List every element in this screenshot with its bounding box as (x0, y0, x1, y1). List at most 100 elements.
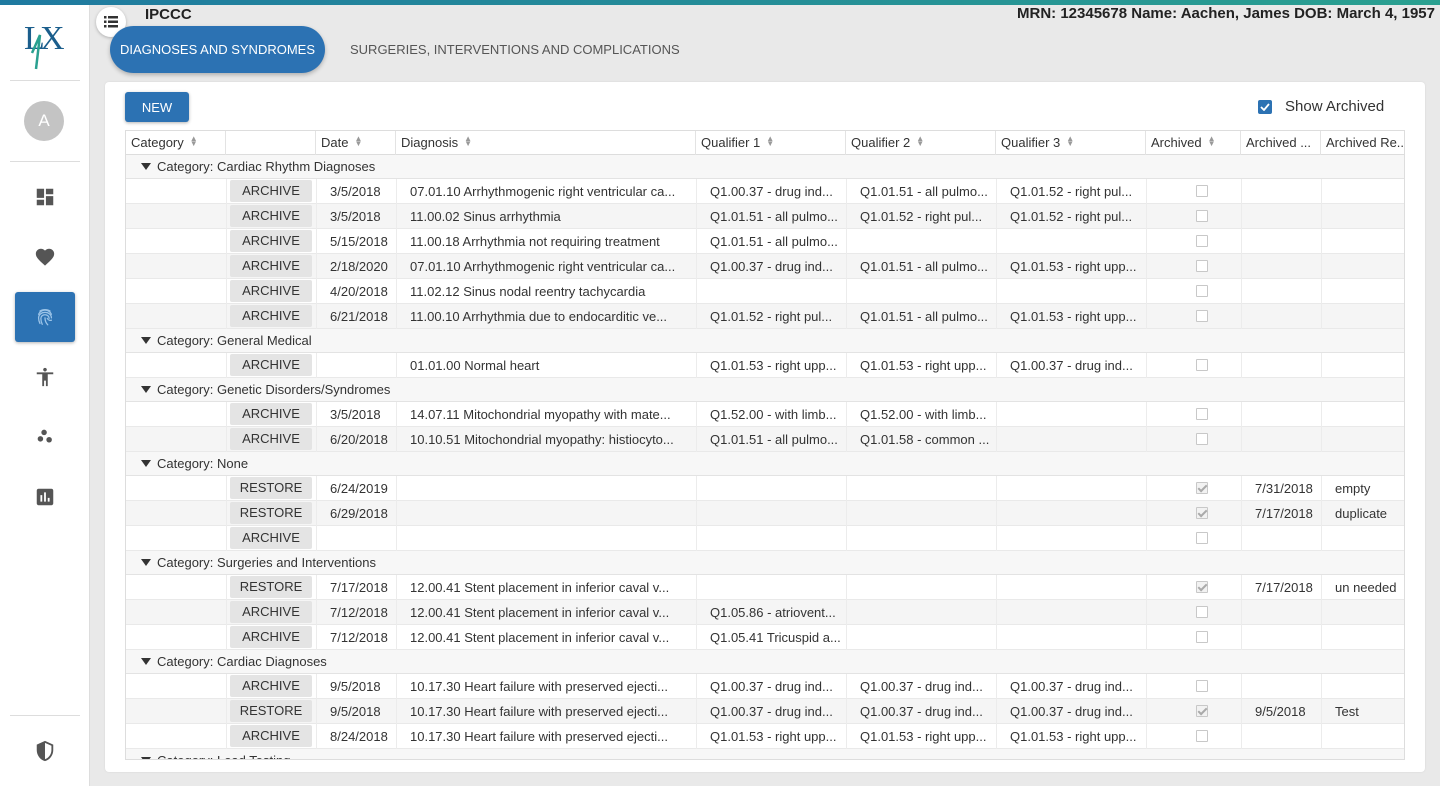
caret-down-icon[interactable] (141, 559, 151, 566)
archived-date-cell (1255, 600, 1321, 625)
table-row: ARCHIVE 6/21/2018 11.00.10 Arrhythmia due … (126, 304, 1404, 329)
qualifier-3-cell (1010, 501, 1146, 526)
archive-button[interactable]: ARCHIVE (230, 428, 312, 450)
group-row[interactable]: Category: Surgeries and Interventions (126, 551, 1404, 575)
archive-button[interactable]: ARCHIVE (230, 180, 312, 202)
restore-button[interactable]: RESTORE (230, 502, 312, 524)
archive-button[interactable]: ARCHIVE (230, 403, 312, 425)
qualifier-3-cell: Q1.01.53 - right upp... (1010, 259, 1137, 274)
group-row[interactable]: Category: Load Testing (126, 749, 1404, 759)
restore-button[interactable]: RESTORE (230, 477, 312, 499)
group-row[interactable]: Category: Cardiac Rhythm Diagnoses (126, 155, 1404, 179)
diagnoses-panel: NEW Show Archived Category ▲ ▼ Date ▲ ▼ Diag… (105, 82, 1425, 772)
column-divider (396, 229, 397, 254)
table-row: ARCHIVE (126, 526, 1404, 551)
column-header-date[interactable]: Date ▲ ▼ (316, 131, 396, 155)
tab-diagnoses[interactable]: DIAGNOSES AND SYNDROMES (110, 26, 325, 73)
column-divider (996, 699, 997, 724)
show-archived-toggle[interactable]: Show Archived (1258, 98, 1384, 115)
nav-bar-chart[interactable] (15, 472, 75, 522)
column-header-archived-reason[interactable]: Archived Re... (1321, 131, 1404, 155)
column-divider (846, 254, 847, 279)
archived-checkbox (1196, 433, 1208, 445)
column-divider (696, 229, 697, 254)
group-row[interactable]: Category: General Medical (126, 329, 1404, 353)
column-divider (696, 674, 697, 699)
group-row[interactable]: Category: Cardiac Diagnoses (126, 650, 1404, 674)
avatar[interactable]: A (24, 101, 64, 141)
column-header-qualifier-1[interactable]: Qualifier 1 ▲ ▼ (696, 131, 846, 155)
archived-date-cell: 9/5/2018 (1255, 704, 1306, 719)
sort-icon: ▲ ▼ (766, 134, 775, 148)
restore-button[interactable]: RESTORE (230, 576, 312, 598)
show-archived-label: Show Archived (1285, 98, 1385, 115)
qualifier-2-cell (860, 526, 996, 551)
caret-down-icon[interactable] (141, 757, 151, 759)
archive-button[interactable]: ARCHIVE (230, 626, 312, 648)
archive-button[interactable]: ARCHIVE (230, 205, 312, 227)
table-row: RESTORE 9/5/2018 10.17.30 Heart failure wi… (126, 699, 1404, 724)
qualifier-3-cell: Q1.00.37 - drug ind... (1010, 704, 1133, 719)
nav-dashboard[interactable] (15, 172, 75, 222)
archive-button[interactable]: ARCHIVE (230, 527, 312, 549)
caret-down-icon[interactable] (141, 337, 151, 344)
column-header-diagnosis[interactable]: Diagnosis ▲ ▼ (396, 131, 696, 155)
archived-reason-cell: Test (1335, 704, 1359, 719)
archived-checkbox (1196, 705, 1208, 717)
archive-button[interactable]: ARCHIVE (230, 601, 312, 623)
caret-down-icon[interactable] (141, 386, 151, 393)
archive-button[interactable]: ARCHIVE (230, 255, 312, 277)
column-divider (396, 353, 397, 378)
table-row: ARCHIVE 2/18/2020 07.01.10 Arrhythmogenic … (126, 254, 1404, 279)
archived-checkbox (1196, 310, 1208, 322)
caret-down-icon[interactable] (141, 460, 151, 467)
caret-down-icon[interactable] (141, 658, 151, 665)
column-divider (846, 600, 847, 625)
archived-checkbox (1196, 482, 1208, 494)
archive-button[interactable]: ARCHIVE (230, 305, 312, 327)
nav-security[interactable] (15, 726, 75, 776)
column-divider (316, 229, 317, 254)
archived-date-cell: 7/31/2018 (1255, 481, 1313, 496)
nav-accessibility[interactable] (15, 352, 75, 402)
column-header-qualifier-3[interactable]: Qualifier 3 ▲ ▼ (996, 131, 1146, 155)
column-header-archived-date[interactable]: Archived ... (1241, 131, 1321, 155)
archived-reason-cell (1335, 402, 1404, 427)
column-divider (1241, 575, 1242, 600)
column-divider (226, 575, 227, 600)
column-divider (996, 625, 997, 650)
show-archived-checkbox[interactable] (1258, 99, 1272, 114)
column-divider (1321, 575, 1322, 600)
qualifier-1-cell (710, 476, 846, 501)
diagnosis-cell: 11.00.18 Arrhythmia not requiring treatm… (410, 234, 660, 249)
qualifier-2-cell: Q1.00.37 - drug ind... (860, 704, 983, 719)
group-row[interactable]: Category: None (126, 452, 1404, 476)
archive-button[interactable]: ARCHIVE (230, 230, 312, 252)
column-divider (1146, 254, 1147, 279)
group-label: Category: Cardiac Diagnoses (157, 654, 327, 669)
column-header-category[interactable]: Category ▲ ▼ (126, 131, 226, 155)
column-divider (1241, 526, 1242, 551)
column-divider (996, 179, 997, 204)
column-divider (226, 674, 227, 699)
nav-scatter[interactable] (15, 412, 75, 462)
nav-fingerprint[interactable] (15, 292, 75, 342)
archived-checkbox (1196, 359, 1208, 371)
qualifier-2-cell (860, 625, 996, 650)
column-header-archived[interactable]: Archived ▲ ▼ (1146, 131, 1241, 155)
new-button[interactable]: NEW (125, 92, 189, 122)
column-header-qualifier-2[interactable]: Qualifier 2 ▲ ▼ (846, 131, 996, 155)
column-divider (696, 402, 697, 427)
archive-button[interactable]: ARCHIVE (230, 354, 312, 376)
restore-button[interactable]: RESTORE (230, 700, 312, 722)
archived-reason-cell (1335, 254, 1404, 279)
column-divider (396, 501, 397, 526)
archive-button[interactable]: ARCHIVE (230, 280, 312, 302)
tab-surgeries[interactable]: SURGERIES, INTERVENTIONS AND COMPLICATIO… (350, 26, 680, 73)
caret-down-icon[interactable] (141, 163, 151, 170)
archive-button[interactable]: ARCHIVE (230, 675, 312, 697)
column-divider (1321, 229, 1322, 254)
archive-button[interactable]: ARCHIVE (230, 725, 312, 747)
nav-heart[interactable] (15, 232, 75, 282)
group-row[interactable]: Category: Genetic Disorders/Syndromes (126, 378, 1404, 402)
